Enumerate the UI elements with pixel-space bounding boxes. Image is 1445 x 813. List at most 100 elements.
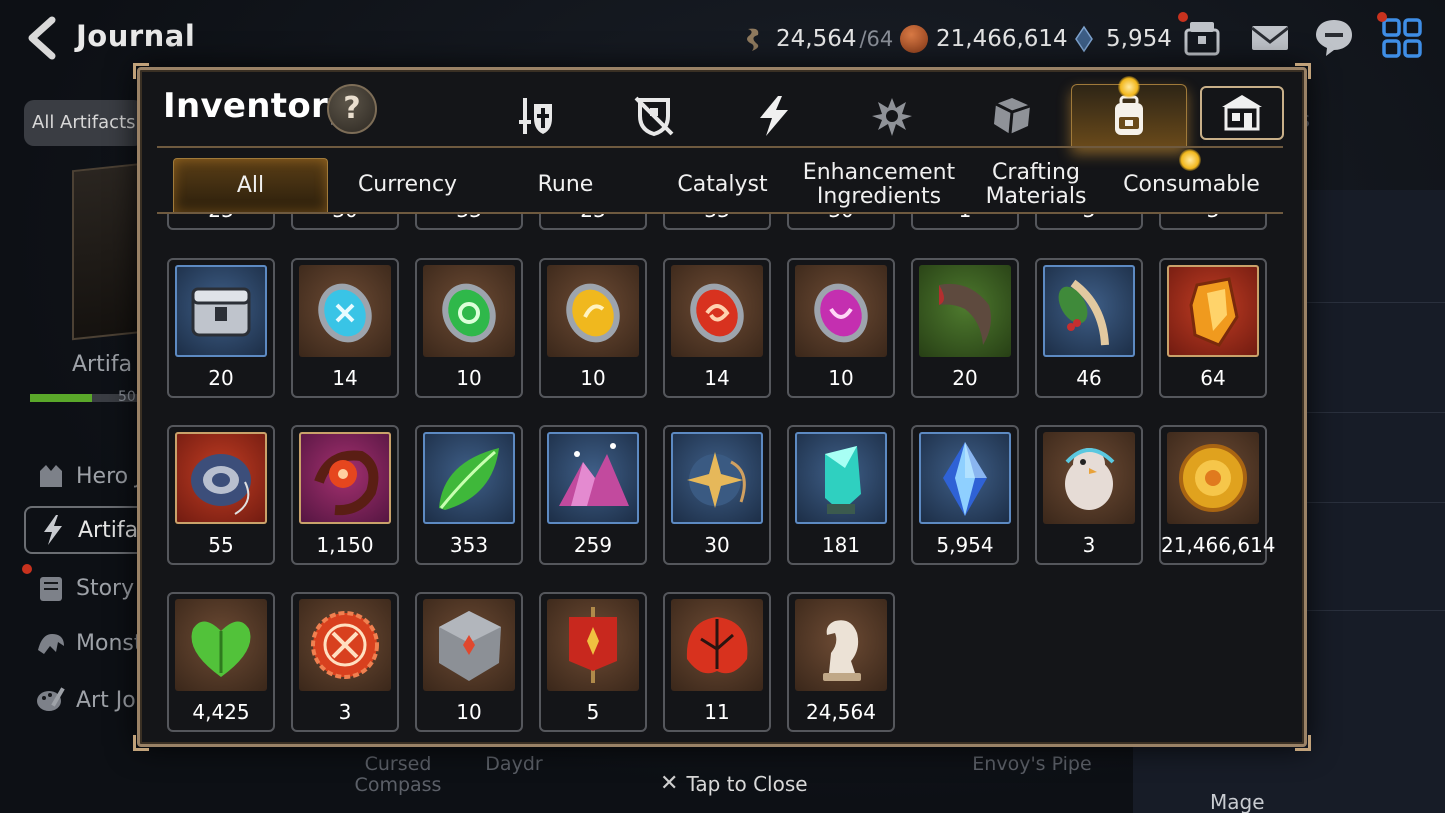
inventory-slot[interactable]: 30 (663, 425, 771, 565)
tab-artifact[interactable] (732, 86, 816, 146)
inventory-slot[interactable]: 10 (415, 592, 523, 732)
inventory-slot[interactable]: 33 (663, 214, 771, 230)
inventory-slot[interactable]: 30 (291, 214, 399, 230)
inventory-slot[interactable]: 1,150 (291, 425, 399, 565)
inventory-slot[interactable]: 3 (1159, 214, 1267, 230)
back-arrow-icon[interactable] (22, 14, 62, 62)
item-quantity: 10 (456, 366, 482, 390)
frame-corner (1295, 63, 1311, 79)
shop-chest-icon[interactable] (1180, 16, 1224, 60)
inventory-slot[interactable]: 23 (167, 214, 275, 230)
item-image (1167, 432, 1259, 524)
sidebar-item-label: Hero J (76, 463, 142, 489)
inventory-slot[interactable]: 21,466,614 (1159, 425, 1276, 565)
item-image (423, 432, 515, 524)
sidebar-item-hero-journal[interactable]: Hero J (24, 452, 142, 500)
silver-chest-icon (191, 287, 251, 337)
inventory-slot[interactable]: 55 (167, 425, 275, 565)
item-quantity: 3 (1082, 533, 1096, 557)
shop-icon (1222, 95, 1262, 131)
skystone-value: 5,954 (1106, 26, 1172, 52)
bottom-label-daydream: Daydr (485, 753, 543, 775)
inventory-slot[interactable]: 64 (1159, 258, 1267, 398)
inventory-slot[interactable]: 181 (787, 425, 895, 565)
tab-shop[interactable] (1200, 86, 1284, 140)
inventory-slot[interactable]: 353 (415, 425, 523, 565)
inventory-slot[interactable]: 10 (539, 258, 647, 398)
fire-crystal-icon (1189, 277, 1239, 347)
tab-equipment[interactable] (494, 86, 578, 146)
backpack-icon (1115, 95, 1143, 135)
menu-grid-icon[interactable] (1380, 16, 1424, 60)
subtab-crafting-materials[interactable]: Crafting Materials (960, 158, 1112, 212)
item-quantity: 259 (573, 533, 613, 557)
item-quantity: 11 (704, 700, 730, 724)
inventory-slot[interactable]: 5 (539, 592, 647, 732)
tab-spirit[interactable] (850, 86, 934, 146)
inventory-slot[interactable]: 3 (291, 592, 399, 732)
inventory-slot[interactable]: 3 (1035, 214, 1143, 230)
monster-icon (38, 634, 64, 654)
sidebar-item-art-journal[interactable]: Art Jo (24, 676, 136, 724)
inventory-slot[interactable]: 4,425 (167, 592, 275, 732)
sidebar-item-story[interactable]: Story (24, 564, 134, 612)
chat-icon[interactable] (1312, 16, 1356, 60)
subtab-currency[interactable]: Currency (330, 158, 485, 212)
resource-gold[interactable]: 21,466,614 (900, 22, 1068, 56)
item-quantity: 5 (586, 700, 600, 724)
subtab-rune[interactable]: Rune (488, 158, 643, 212)
tab-defense[interactable] (612, 86, 696, 146)
sidebar-item-artifact[interactable]: Artifa (24, 506, 154, 554)
resource-stamina[interactable]: 24,564 /64 (740, 22, 893, 56)
subtab-all[interactable]: All (173, 158, 328, 212)
all-artifacts-filter[interactable]: All Artifacts (24, 100, 144, 146)
subtab-catalyst[interactable]: Catalyst (645, 158, 800, 212)
inventory-slot[interactable]: 3 (1035, 425, 1143, 565)
inventory-slot[interactable]: 20 (167, 258, 275, 398)
spirit-icon (872, 98, 912, 136)
inventory-slot[interactable]: 5,954 (911, 425, 1019, 565)
game-screen: Journal 24,564 /64 21,466,614 5,954 All … (0, 0, 1445, 813)
sidebar-item-label: Monst (76, 630, 143, 656)
item-quantity: 30 (704, 533, 730, 557)
inventory-slot[interactable]: 24,564 (787, 592, 895, 732)
inventory-slot[interactable]: 11 (663, 592, 771, 732)
subtab-enhancement-ingredients[interactable]: Enhancement Ingredients (800, 158, 958, 212)
cube-icon (994, 98, 1031, 135)
inventory-slot[interactable]: 14 (663, 258, 771, 398)
item-image (795, 599, 887, 691)
item-image (175, 265, 267, 357)
inventory-slot[interactable]: 10 (787, 258, 895, 398)
inventory-slot[interactable]: 23 (539, 214, 647, 230)
item-image (795, 265, 887, 357)
bottom-label-envoys-pipe: Envoy's Pipe (972, 753, 1092, 775)
inventory-slot[interactable]: 33 (415, 214, 523, 230)
gold-sun-coin-icon (1179, 444, 1247, 512)
resource-skystone[interactable]: 5,954 (1070, 22, 1172, 56)
stamina-value: 24,564 (776, 26, 857, 52)
tap-to-close[interactable]: ✕ Tap to Close (660, 771, 808, 796)
item-image (1043, 265, 1135, 357)
help-button[interactable]: ? (327, 84, 377, 134)
collection-progress-fill (30, 394, 92, 402)
sidebar-item-monster[interactable]: Monst (24, 619, 142, 667)
item-quantity: 181 (821, 533, 861, 557)
item-quantity: 23 (541, 214, 645, 222)
item-quantity: 10 (828, 366, 854, 390)
inventory-slot[interactable]: 1 (911, 214, 1019, 230)
inventory-slot[interactable]: 20 (911, 258, 1019, 398)
item-image (1167, 265, 1259, 357)
label-line: Cursed (364, 753, 432, 775)
blue-rune-icon (318, 283, 372, 343)
inventory-slot[interactable]: 10 (415, 258, 523, 398)
mail-icon[interactable] (1248, 16, 1292, 60)
inventory-slot[interactable]: 259 (539, 425, 647, 565)
inventory-slot[interactable]: 14 (291, 258, 399, 398)
frame-corner (1295, 735, 1311, 751)
tab-material[interactable] (970, 86, 1054, 146)
inventory-slot[interactable]: 46 (1035, 258, 1143, 398)
item-quantity: 14 (704, 366, 730, 390)
item-image (175, 599, 267, 691)
inventory-slot[interactable]: 30 (787, 214, 895, 230)
item-image (1043, 432, 1135, 524)
